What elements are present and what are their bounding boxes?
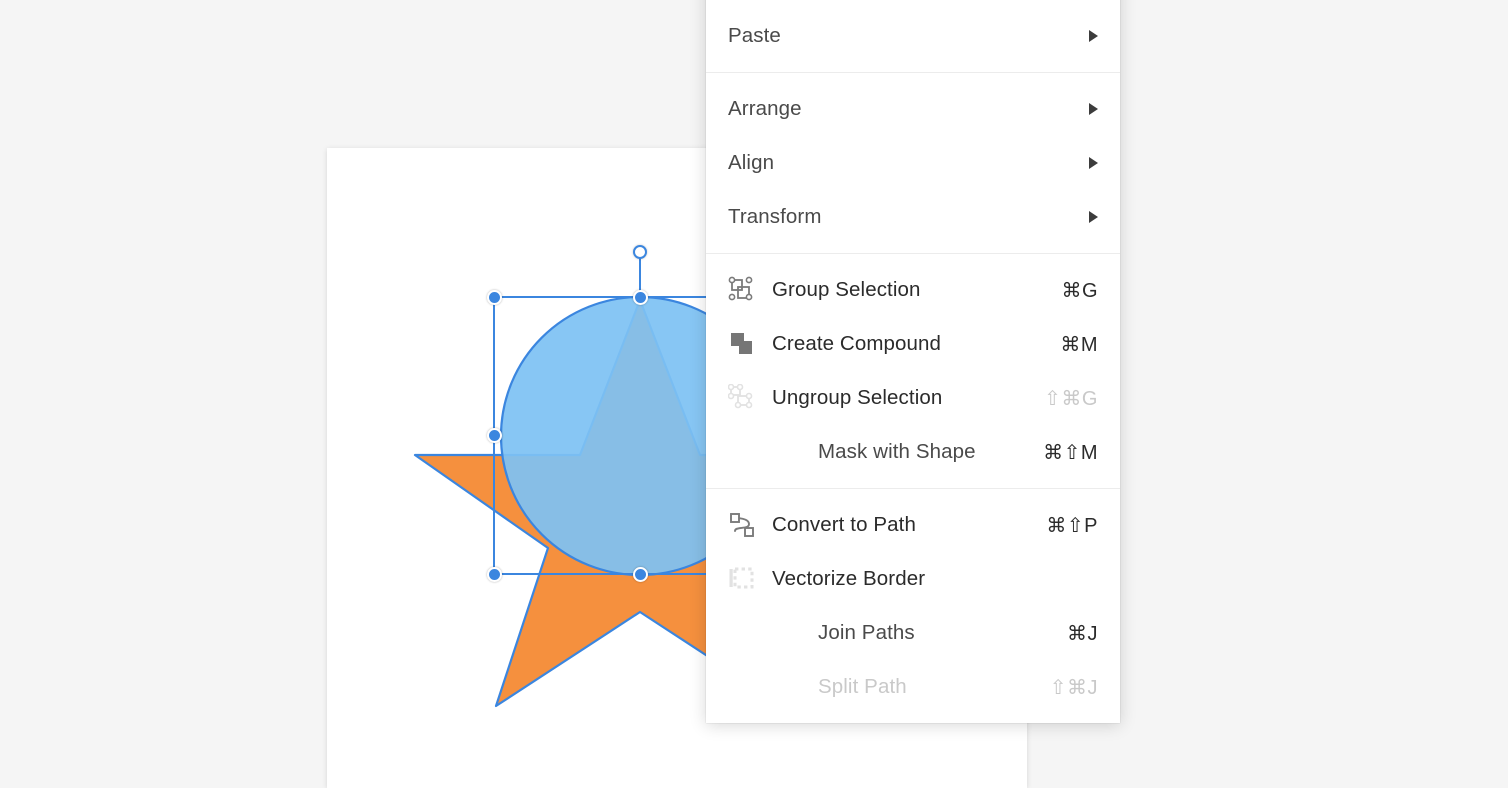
handle-top-center[interactable]: [633, 290, 648, 305]
menu-item-mask-with-shape[interactable]: Mask with Shape ⌘⇧M: [706, 425, 1120, 479]
menu-item-label: Ungroup Selection: [772, 386, 1026, 410]
menu-item-label: Vectorize Border: [772, 567, 1098, 591]
menu-item-label: Align: [728, 151, 1071, 175]
menu-item-transform[interactable]: Transform: [706, 190, 1120, 244]
handle-bottom-center[interactable]: [633, 567, 648, 582]
vectorize-border-icon: [728, 566, 764, 592]
convert-to-path-icon: [728, 512, 764, 538]
handle-rotate[interactable]: [633, 245, 647, 259]
menu-item-label: Arrange: [728, 97, 1071, 121]
menu-item-shortcut: ⌘J: [1067, 621, 1098, 646]
menu-item-shortcut: ⌘G: [1061, 278, 1098, 303]
handle-bottom-left[interactable]: [487, 567, 502, 582]
menu-item-arrange[interactable]: Arrange: [706, 82, 1120, 136]
menu-item-shortcut: ⌘M: [1060, 332, 1098, 357]
menu-icon-placeholder: [728, 620, 764, 646]
menu-item-label: Create Compound: [772, 332, 1042, 356]
menu-item-shortcut: ⌘⇧P: [1046, 513, 1098, 538]
menu-icon-placeholder: [728, 439, 764, 465]
submenu-arrow-icon: [1089, 103, 1098, 115]
menu-item-label: Transform: [728, 205, 1071, 229]
menu-section: Group Selection ⌘G Create Compound ⌘M Ungrou…: [706, 254, 1120, 488]
group-selection-icon: [728, 277, 764, 303]
menu-item-create-compound[interactable]: Create Compound ⌘M: [706, 317, 1120, 371]
menu-item-convert-to-path[interactable]: Convert to Path ⌘⇧P: [706, 498, 1120, 552]
handle-top-left[interactable]: [487, 290, 502, 305]
menu-item-label: Split Path: [772, 675, 1032, 699]
menu-item-label: Group Selection: [772, 278, 1043, 302]
menu-item-group-selection[interactable]: Group Selection ⌘G: [706, 263, 1120, 317]
submenu-arrow-icon: [1089, 157, 1098, 169]
shape-context-menu[interactable]: Edit Selection Paste Arrange Align Transform…: [706, 0, 1120, 723]
menu-item-edit-selection[interactable]: Edit Selection: [706, 0, 1120, 9]
menu-section: Edit Selection Paste: [706, 0, 1120, 72]
menu-section: Convert to Path ⌘⇧P Vectorize Border Join P…: [706, 489, 1120, 723]
menu-item-label: Paste: [728, 24, 1071, 48]
create-compound-icon: [728, 331, 764, 357]
menu-icon-placeholder: [728, 674, 764, 700]
menu-item-label: Convert to Path: [772, 513, 1028, 537]
menu-item-join-paths[interactable]: Join Paths ⌘J: [706, 606, 1120, 660]
menu-section: Arrange Align Transform: [706, 73, 1120, 253]
menu-item-shortcut: ⌘⇧M: [1043, 440, 1098, 465]
menu-item-label: Mask with Shape: [772, 440, 1025, 464]
menu-item-split-path: Split Path ⇧⌘J: [706, 660, 1120, 714]
submenu-arrow-icon: [1089, 30, 1098, 42]
menu-item-label: Join Paths: [772, 621, 1049, 645]
menu-item-vectorize-border: Vectorize Border: [706, 552, 1120, 606]
menu-item-paste[interactable]: Paste: [706, 9, 1120, 63]
handle-middle-left[interactable]: [487, 428, 502, 443]
menu-item-ungroup-selection: Ungroup Selection ⇧⌘G: [706, 371, 1120, 425]
ungroup-selection-icon: [728, 385, 764, 411]
menu-item-align[interactable]: Align: [706, 136, 1120, 190]
submenu-arrow-icon: [1089, 211, 1098, 223]
menu-item-shortcut: ⇧⌘G: [1044, 386, 1098, 411]
menu-item-shortcut: ⇧⌘J: [1050, 675, 1098, 700]
